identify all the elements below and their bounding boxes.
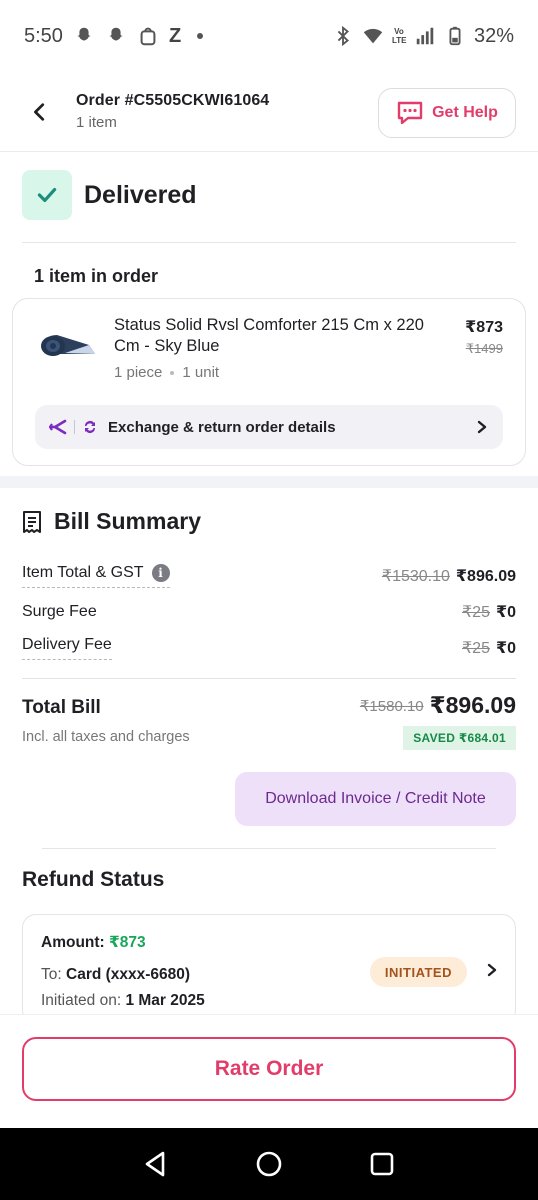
item-name: Status Solid Rvsl Comforter 215 Cm x 220… bbox=[114, 316, 424, 355]
status-bar: 5:50 Z Vo LTE 32% bbox=[0, 0, 538, 72]
refund-status-card[interactable]: Amount: ₹873 To: Card (xxxx-6680) Initia… bbox=[22, 914, 516, 1024]
refund-to-value: Card (xxxx-6680) bbox=[66, 966, 191, 983]
chevron-right-icon bbox=[487, 963, 497, 977]
status-right: Vo LTE 32% bbox=[332, 25, 514, 48]
system-nav-bar bbox=[0, 1128, 538, 1200]
divider bbox=[22, 678, 516, 679]
download-invoice-button[interactable]: Download Invoice / Credit Note bbox=[235, 772, 516, 826]
order-item-count: 1 item bbox=[76, 114, 117, 131]
bill-row-original: ₹1530.10 bbox=[381, 568, 450, 585]
bill-row-original: ₹25 bbox=[461, 640, 490, 657]
bill-row-label: Surge Fee bbox=[22, 603, 97, 620]
bill-row-values: ₹25 ₹0 bbox=[462, 638, 516, 658]
bill-row-delivery-fee: Delivery Fee ₹25 ₹0 bbox=[22, 636, 516, 660]
total-bill-label: Total Bill bbox=[22, 697, 101, 718]
wifi-icon bbox=[363, 28, 383, 44]
bill-row-final: ₹896.09 bbox=[455, 568, 516, 585]
delivery-status: Delivered bbox=[22, 170, 197, 220]
exchange-return-label: Exchange & return order details bbox=[108, 418, 336, 436]
divider bbox=[42, 848, 496, 849]
signal-icon bbox=[416, 27, 434, 45]
total-bill-subtitle: Incl. all taxes and charges bbox=[22, 729, 190, 745]
bill-row-final: ₹0 bbox=[495, 604, 516, 621]
separator-dot bbox=[170, 370, 175, 375]
exchange-icon bbox=[85, 421, 95, 433]
chat-help-icon bbox=[397, 101, 423, 125]
back-arrow-icon bbox=[34, 102, 45, 121]
section-separator bbox=[0, 476, 538, 488]
item-price: ₹873 bbox=[465, 319, 503, 336]
total-final: ₹896.09 bbox=[429, 692, 516, 718]
receipt-icon bbox=[23, 510, 41, 533]
check-icon bbox=[22, 170, 72, 220]
exchange-return-details-button[interactable]: Exchange & return order details bbox=[35, 405, 503, 449]
bill-row-values: ₹25 ₹0 bbox=[462, 602, 516, 622]
volte-icon: Vo LTE bbox=[391, 27, 407, 45]
item-units: 1 unit bbox=[182, 364, 220, 381]
refund-date-line: Initiated on: 1 Mar 2025 bbox=[41, 992, 205, 1010]
status-time: 5:50 bbox=[24, 24, 63, 47]
return-arrow-icon bbox=[49, 419, 67, 435]
refund-destination-line: To: Card (xxxx-6680) bbox=[41, 966, 190, 984]
bill-row-original: ₹25 bbox=[461, 604, 490, 621]
delivery-status-text: Delivered bbox=[84, 180, 197, 209]
item-mrp: ₹1499 bbox=[465, 341, 503, 356]
footer-bar: Rate Order bbox=[0, 1014, 538, 1128]
shopping-bag-icon bbox=[140, 27, 156, 46]
refund-amount-label: Amount: bbox=[41, 934, 105, 951]
refund-amount-line: Amount: ₹873 bbox=[41, 933, 146, 952]
snapchat-icon bbox=[109, 27, 123, 41]
refund-to-label: To: bbox=[41, 966, 62, 983]
bill-summary-title: Bill Summary bbox=[54, 508, 201, 534]
bill-summary-header: Bill Summary bbox=[22, 508, 201, 535]
refund-initiated-label: Initiated on: bbox=[41, 992, 122, 1009]
item-pieces: 1 piece bbox=[114, 364, 163, 381]
items-heading: 1 item in order bbox=[34, 266, 159, 286]
snapchat-icon bbox=[77, 27, 91, 41]
refund-status-badge: INITIATED bbox=[369, 957, 467, 987]
rate-order-button[interactable]: Rate Order bbox=[22, 1037, 516, 1101]
bill-row-final: ₹0 bbox=[495, 640, 516, 657]
status-left: 5:50 Z bbox=[24, 24, 204, 48]
zomato-z-icon: Z bbox=[168, 24, 182, 47]
bill-row-values: ₹1530.10 ₹896.09 bbox=[382, 566, 516, 586]
total-original: ₹1580.10 bbox=[359, 697, 424, 715]
item-meta: 1 piece 1 unit bbox=[114, 364, 219, 381]
back-button[interactable] bbox=[18, 90, 62, 134]
bill-row-label[interactable]: Item Total & GST i bbox=[22, 564, 170, 588]
refund-amount: ₹873 bbox=[109, 934, 146, 951]
order-header-text: Order #C5505CKWI61064 1 item bbox=[76, 92, 269, 131]
battery-icon bbox=[449, 26, 461, 46]
nav-recents-icon[interactable] bbox=[367, 1149, 397, 1179]
notification-dot-icon bbox=[197, 33, 204, 39]
order-id: Order #C5505CKWI61064 bbox=[76, 92, 270, 109]
total-bill-values: ₹1580.10 ₹896.09 bbox=[360, 692, 516, 719]
bluetooth-icon bbox=[337, 25, 349, 47]
chevron-right-icon bbox=[477, 420, 487, 434]
divider bbox=[22, 242, 516, 243]
info-icon[interactable]: i bbox=[151, 564, 170, 582]
battery-percent: 32% bbox=[473, 24, 514, 47]
bill-row-surge-fee: Surge Fee ₹25 ₹0 bbox=[22, 602, 516, 622]
refund-status-title: Refund Status bbox=[22, 868, 165, 891]
order-item-card[interactable]: Status Solid Rvsl Comforter 215 Cm x 220… bbox=[12, 298, 526, 466]
get-help-button[interactable]: Get Help bbox=[378, 88, 516, 138]
saved-badge: SAVED ₹684.01 bbox=[403, 726, 516, 750]
comforter-product-image bbox=[41, 335, 95, 356]
order-header: Order #C5505CKWI61064 1 item Get Help bbox=[0, 72, 538, 152]
nav-back-icon[interactable] bbox=[141, 1149, 171, 1179]
bill-row-label-text: Item Total & GST bbox=[22, 564, 144, 581]
bill-row-item-total: Item Total & GST i ₹1530.10 ₹896.09 bbox=[22, 564, 516, 588]
nav-home-icon[interactable] bbox=[254, 1149, 284, 1179]
bill-row-label[interactable]: Delivery Fee bbox=[22, 636, 112, 660]
refund-initiated-date: 1 Mar 2025 bbox=[125, 992, 205, 1009]
separator-bar bbox=[74, 420, 75, 434]
get-help-label: Get Help bbox=[432, 104, 498, 121]
